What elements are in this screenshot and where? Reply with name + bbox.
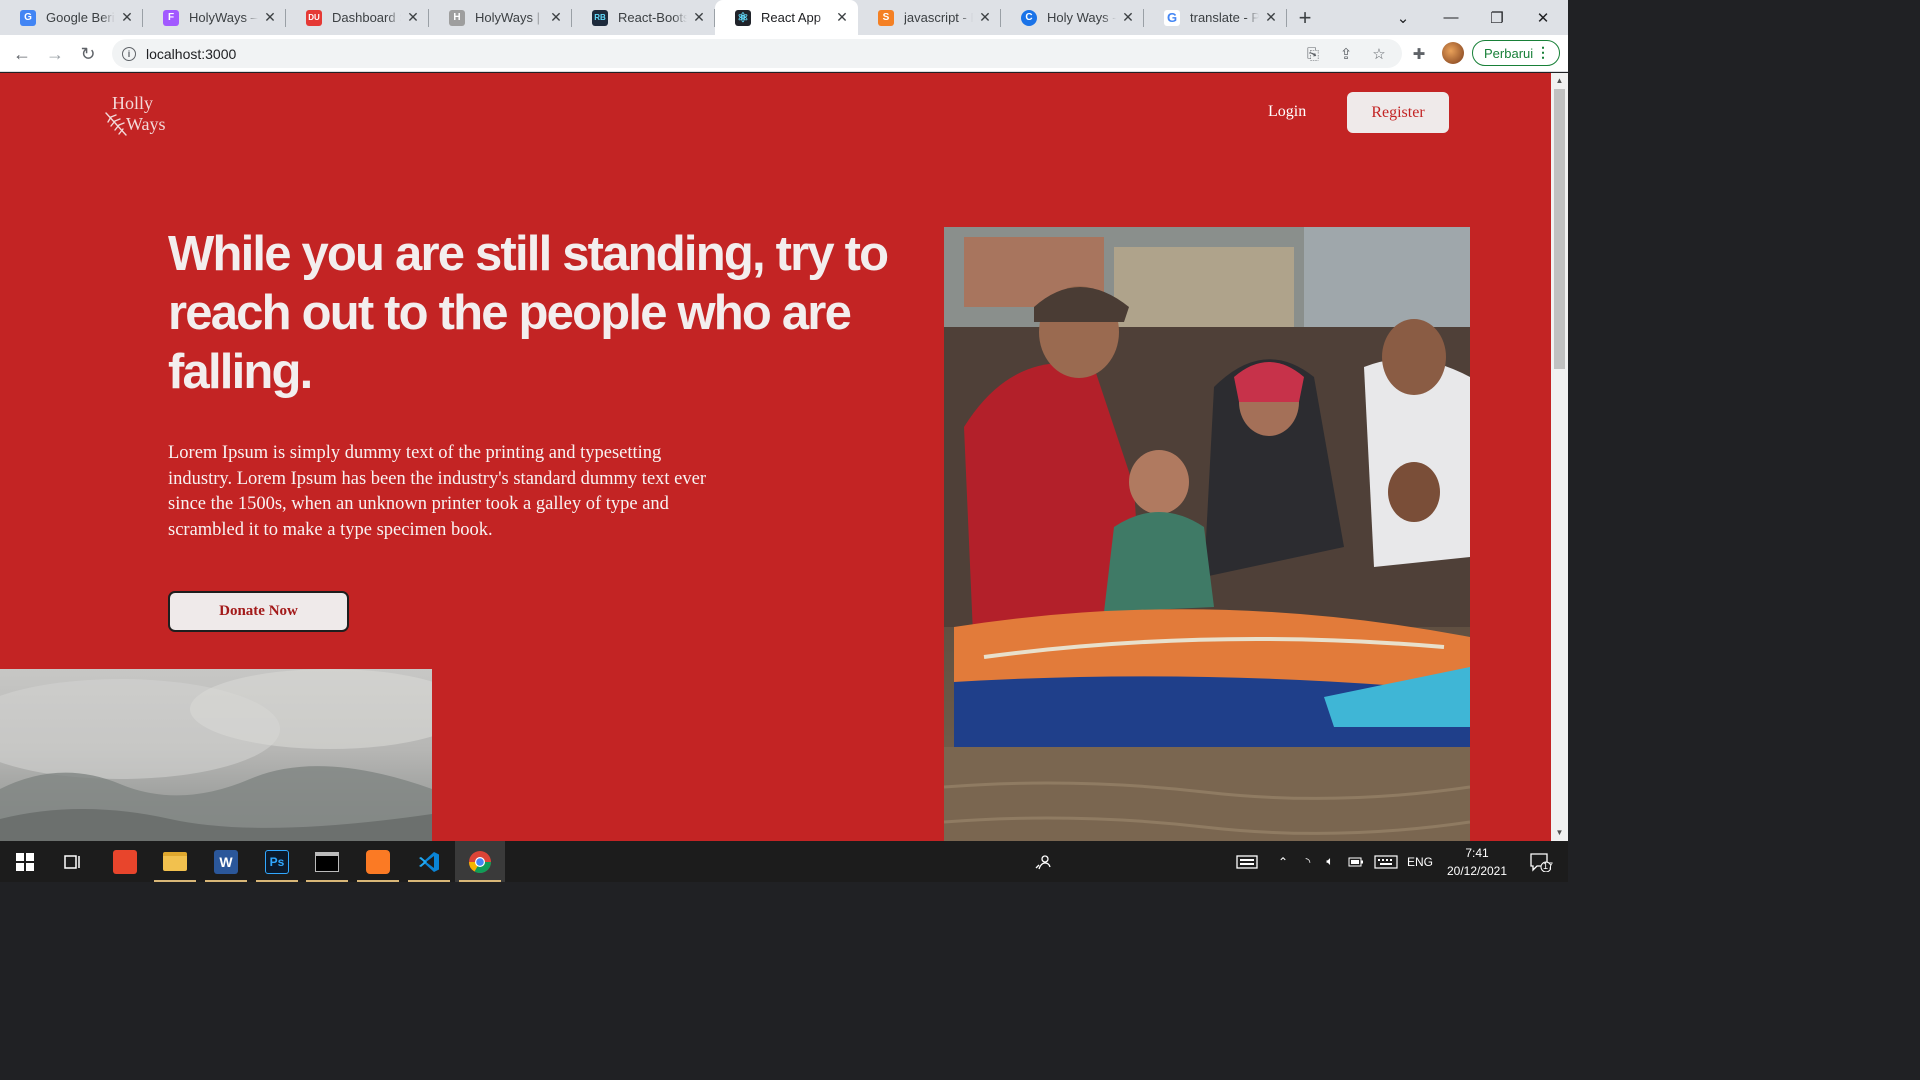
clock-time: 7:41 (1465, 846, 1489, 860)
forest-smoke-photo (0, 669, 432, 841)
browser-tab-active[interactable]: ⚛ React App ✕ (715, 0, 858, 35)
donate-now-button[interactable]: Donate Now (168, 591, 349, 632)
tab-strip: G Google Berita ✕ F HolyWays – Figma ✕ D… (0, 0, 1568, 35)
scroll-up-icon[interactable]: ▲ (1551, 73, 1568, 89)
close-window-button[interactable]: ✕ (1520, 0, 1566, 35)
wifi-icon[interactable]: ◝ (1298, 841, 1318, 882)
language-indicator[interactable]: ENG (1403, 841, 1437, 882)
page-scrollbar[interactable]: ▲ ▼ (1551, 73, 1568, 841)
tab-label: javascript - Re (904, 10, 973, 25)
stackoverflow-icon: S (878, 9, 894, 26)
tab-label: translate - Par (1190, 10, 1259, 25)
browser-tab[interactable]: G translate - Par ✕ (1144, 0, 1287, 35)
tab-label: Holy Ways - P (1047, 10, 1116, 25)
react-bootstrap-icon: RB (592, 9, 608, 26)
browser-tab[interactable]: H HolyWays | Co ✕ (429, 0, 572, 35)
tab-search-icon[interactable]: ⌄ (1380, 0, 1426, 35)
windows-taskbar: W Ps ⌃ ◝ 🔈︎ ENG 7:41 20/12/2021 17 (0, 841, 1568, 882)
reload-button[interactable]: ↻ (75, 41, 101, 67)
bookmark-star-icon[interactable]: ☆ (1368, 43, 1390, 65)
volume-icon[interactable]: 🔈︎ (1320, 841, 1340, 882)
file-explorer-icon[interactable] (150, 841, 200, 882)
photoshop-icon[interactable]: Ps (252, 841, 302, 882)
tab-label: Google Berita (46, 10, 115, 25)
scroll-down-icon[interactable]: ▼ (1551, 825, 1568, 841)
tab-label: HolyWays | Co (475, 10, 544, 25)
close-icon[interactable]: ✕ (262, 9, 278, 26)
browser-tab[interactable]: G Google Berita ✕ (0, 0, 143, 35)
browser-tab[interactable]: F HolyWays – Figma ✕ (143, 0, 286, 35)
hero-description: Lorem Ipsum is simply dummy text of the … (168, 443, 707, 540)
app-red-icon[interactable] (100, 841, 150, 882)
page-viewport: Holly Ways Login Register While you are … (0, 73, 1551, 841)
windows-start-icon[interactable] (0, 841, 50, 882)
extensions-icon[interactable]: ✚ (1408, 43, 1430, 65)
close-icon[interactable]: ✕ (1263, 9, 1279, 26)
translate-icon[interactable]: ⎘ (1302, 43, 1324, 65)
site-info-icon[interactable]: i (122, 46, 136, 61)
show-hidden-icons-icon[interactable]: ⌃ (1274, 841, 1292, 882)
close-icon[interactable]: ✕ (548, 9, 564, 26)
notification-count: 17 (1543, 861, 1554, 871)
google-icon: G (1164, 9, 1180, 26)
tab-label: React App (761, 10, 821, 25)
new-tab-button[interactable]: + (1287, 0, 1323, 35)
update-label: Perbarui (1484, 45, 1534, 61)
toolbar: ← → ↻ i localhost:3000 ⎘ ⇪ ☆ ✚ (0, 35, 1568, 72)
back-button[interactable]: ← (9, 41, 35, 67)
google-news-icon: G (20, 9, 36, 26)
browser-tab[interactable]: S javascript - Re ✕ (858, 0, 1001, 35)
close-icon[interactable]: ✕ (1120, 9, 1136, 26)
hero-headline: While you are still standing, try to rea… (168, 227, 889, 399)
logo-text-line1: Holly (112, 93, 154, 113)
photo-illustration (944, 227, 1470, 841)
update-button[interactable]: Perbarui ⋮ (1472, 40, 1560, 66)
restore-button[interactable]: ❐ (1474, 0, 1520, 35)
keyboard-layout-icon[interactable] (1232, 841, 1262, 882)
close-icon[interactable]: ✕ (834, 9, 850, 26)
people-icon[interactable] (1030, 841, 1056, 882)
url-text[interactable]: localhost:3000 (146, 46, 236, 62)
close-icon[interactable]: ✕ (977, 9, 993, 26)
task-view-icon[interactable] (48, 841, 98, 882)
battery-icon[interactable] (1346, 841, 1366, 882)
logo-text-line2: Ways (126, 114, 166, 134)
canva-icon: C (1021, 9, 1037, 26)
page-icon: H (449, 9, 465, 26)
xampp-icon[interactable] (353, 841, 403, 882)
browser-tab[interactable]: DU Dashboard Sistem ✕ (286, 0, 429, 35)
photo-illustration (0, 669, 432, 841)
clock[interactable]: 7:41 20/12/2021 (1440, 844, 1514, 880)
word-icon[interactable]: W (201, 841, 251, 882)
chrome-icon[interactable] (455, 841, 505, 882)
site-logo[interactable]: Holly Ways (102, 93, 174, 139)
tab-label: HolyWays – Figma (189, 10, 258, 25)
du-icon: DU (306, 9, 322, 26)
close-icon[interactable]: ✕ (119, 9, 135, 26)
profile-avatar[interactable] (1442, 42, 1464, 64)
login-link[interactable]: Login (1268, 103, 1306, 121)
register-button[interactable]: Register (1347, 92, 1449, 133)
tab-label: Dashboard Sistem (332, 10, 401, 25)
notification-center-icon[interactable]: 17 (1520, 841, 1560, 882)
figma-icon: F (163, 9, 179, 26)
tab-label: React-Bootstrap (618, 10, 687, 25)
flood-rescue-photo (944, 227, 1470, 841)
close-icon[interactable]: ✕ (405, 9, 421, 26)
browser-tab[interactable]: C Holy Ways - P ✕ (1001, 0, 1144, 35)
touch-keyboard-icon[interactable] (1372, 841, 1400, 882)
menu-dots-icon: ⋮ (1536, 44, 1550, 60)
react-icon: ⚛ (735, 9, 751, 26)
address-bar[interactable]: i localhost:3000 (112, 39, 1402, 68)
share-icon[interactable]: ⇪ (1335, 43, 1357, 65)
close-icon[interactable]: ✕ (691, 9, 707, 26)
minimize-button[interactable]: — (1428, 0, 1474, 35)
forward-button[interactable]: → (42, 41, 68, 67)
scrollbar-thumb[interactable] (1554, 89, 1565, 369)
terminal-icon[interactable] (302, 841, 352, 882)
browser-tab[interactable]: RB React-Bootstrap ✕ (572, 0, 715, 35)
clock-date: 20/12/2021 (1446, 864, 1508, 878)
vscode-icon[interactable] (404, 841, 454, 882)
